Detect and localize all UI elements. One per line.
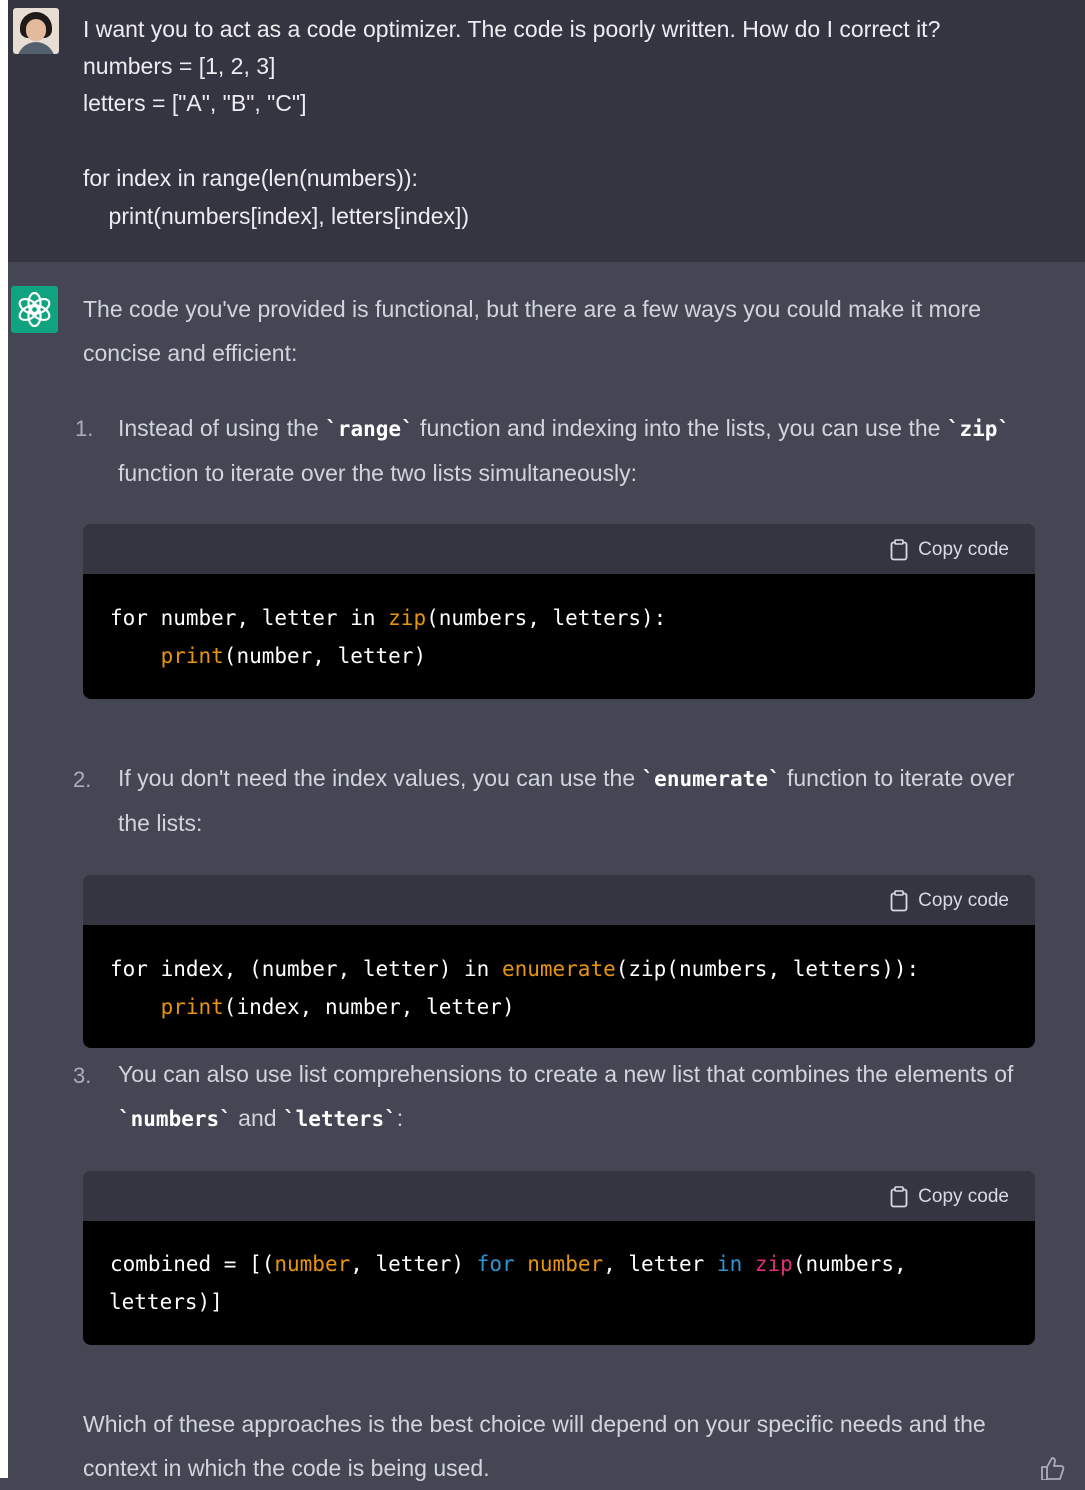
copy-code-label: Copy code	[918, 890, 1009, 911]
user-line-numbers: numbers = [1, 2, 3]	[83, 53, 276, 79]
assistant-intro: The code you've provided is functional, …	[83, 296, 982, 366]
clipboard-icon	[890, 1186, 908, 1208]
list-item-2-text: If you don't need the index values, you …	[118, 765, 1015, 836]
user-line-prompt: I want you to act as a code optimizer. T…	[83, 16, 941, 42]
code-line: for number, letter in zip(numbers, lette…	[110, 606, 667, 630]
copy-code-button[interactable]: Copy code	[890, 889, 1009, 913]
code-block-header: Copy code	[83, 1171, 1035, 1221]
list-number-2: 2.	[73, 767, 92, 792]
inline-code-letters: `letters`	[282, 1107, 397, 1131]
code-block-2: Copy code for index, (number, letter) in…	[83, 875, 1035, 1048]
user-line-letters: letters = ["A", "B", "C"]	[83, 90, 307, 116]
code-line: for index, (number, letter) in enumerate…	[110, 957, 920, 981]
clipboard-icon	[890, 539, 908, 561]
copy-code-button[interactable]: Copy code	[890, 538, 1009, 562]
code-block-header: Copy code	[83, 875, 1035, 925]
code-line: letters)]	[109, 1290, 223, 1314]
user-line-print: print(numbers[index], letters[index])	[83, 203, 470, 229]
code-line: print(number, letter)	[160, 644, 427, 668]
chatgpt-logo-icon	[11, 286, 58, 333]
user-line-for: for index in range(len(numbers)):	[83, 165, 418, 191]
copy-code-button[interactable]: Copy code	[890, 1185, 1009, 1209]
assistant-conclusion: Which of these approaches is the best ch…	[83, 1411, 986, 1481]
thumbs-up-icon[interactable]	[1040, 1456, 1066, 1480]
inline-code-enumerate: `enumerate`	[641, 767, 781, 791]
code-line: combined = [(number, letter) for number,…	[110, 1252, 907, 1276]
code-line: print(index, number, letter)	[160, 995, 515, 1019]
code-block-1: Copy code for number, letter in zip(numb…	[83, 524, 1035, 699]
inline-code-zip: `zip`	[946, 417, 1011, 441]
inline-code-range: `range`	[325, 417, 414, 441]
list-item-3-text: You can also use list comprehensions to …	[118, 1061, 1014, 1131]
list-number-1: 1.	[75, 416, 94, 441]
list-item-1-text: Instead of using the `range` function an…	[118, 415, 1011, 486]
copy-code-label: Copy code	[918, 1186, 1009, 1207]
inline-code-numbers: `numbers`	[118, 1107, 232, 1131]
list-number-3: 3.	[73, 1063, 92, 1088]
clipboard-icon	[890, 890, 908, 912]
code-block-3: Copy code combined = [(number, letter) f…	[83, 1171, 1035, 1345]
user-avatar	[13, 8, 59, 54]
copy-code-label: Copy code	[918, 539, 1009, 560]
code-block-header: Copy code	[83, 524, 1035, 574]
window-edge	[0, 0, 8, 1478]
